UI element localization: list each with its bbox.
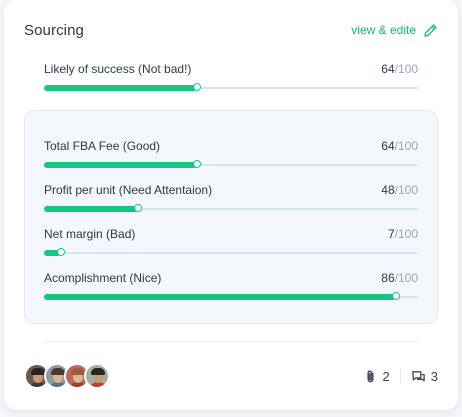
metric-likely-success: Likely of success (Not bad!) 64/100 — [44, 62, 418, 91]
pencil-icon — [424, 23, 437, 37]
progress-track — [44, 160, 418, 168]
metric-profit-per-unit: Profit per unit (Need Attentaion) 48/100 — [44, 183, 418, 212]
card-header: Sourcing view & edite — [24, 18, 438, 42]
sourcing-card: Sourcing view & edite Likely of success … — [4, 0, 458, 410]
progress-knob — [193, 83, 202, 91]
metric-score: 48/100 — [381, 183, 418, 197]
attachments-value: 2 — [382, 368, 390, 384]
metric-score: 64/100 — [381, 139, 418, 153]
progress-track — [44, 83, 418, 91]
progress-knob — [133, 204, 142, 212]
progress-knob — [391, 292, 400, 300]
metric-score: 64/100 — [381, 62, 418, 76]
metric-score: 7/100 — [387, 227, 418, 241]
metric-net-margin: Net margin (Bad) 7/100 — [44, 227, 418, 256]
footer-divider — [44, 341, 418, 342]
paperclip-icon — [366, 370, 374, 382]
metric-label: Profit per unit (Need Attentaion) — [44, 183, 213, 197]
metric-label: Net margin (Bad) — [44, 227, 136, 241]
metric-total-fba-fee: Total FBA Fee (Good) 64/100 — [44, 139, 418, 168]
progress-fill — [44, 294, 396, 300]
metric-accomplishment: Acomplishment (Nice) 86/100 — [44, 271, 418, 300]
comments-count[interactable]: 3 — [411, 369, 438, 384]
progress-fill — [44, 162, 198, 168]
metric-label: Acomplishment (Nice) — [44, 271, 162, 285]
metric-score: 86/100 — [381, 271, 418, 285]
progress-fill — [44, 85, 198, 91]
stats-separator — [399, 369, 401, 383]
card-footer: 2 3 — [24, 362, 438, 390]
card-title: Sourcing — [24, 21, 85, 39]
avatar[interactable] — [84, 363, 110, 389]
comments-value: 3 — [430, 368, 438, 384]
progress-knob — [56, 248, 65, 256]
progress-track — [44, 204, 418, 212]
progress-fill — [44, 206, 138, 212]
progress-track — [44, 292, 418, 300]
view-edit-link[interactable]: view & edite — [351, 23, 438, 38]
comments-icon — [411, 370, 425, 381]
assignee-avatars[interactable] — [24, 363, 110, 389]
progress-track — [44, 248, 418, 256]
view-edit-label: view & edite — [351, 23, 416, 37]
attachments-count[interactable]: 2 — [363, 369, 390, 384]
metric-label: Likely of success (Not bad!) — [44, 62, 192, 76]
metric-label: Total FBA Fee (Good) — [44, 139, 161, 153]
card-stats: 2 3 — [363, 369, 438, 384]
